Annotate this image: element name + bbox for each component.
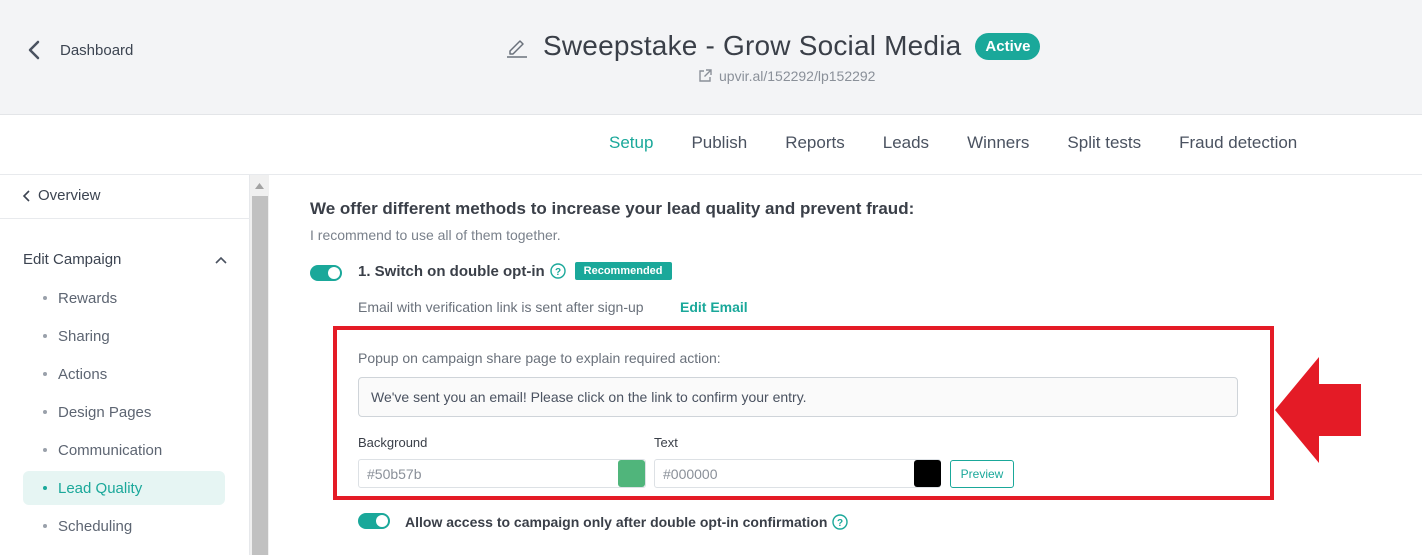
- lead-quality-subtitle: I recommend to use all of them together.: [310, 227, 561, 243]
- lead-quality-heading: We offer different methods to increase y…: [310, 199, 915, 218]
- tab-winners[interactable]: Winners: [967, 133, 1029, 153]
- tab-reports[interactable]: Reports: [785, 133, 845, 153]
- tab-publish[interactable]: Publish: [691, 133, 747, 153]
- bullet-icon: [43, 524, 47, 528]
- campaign-url: upvir.al/152292/lp152292: [719, 68, 876, 84]
- double-opt-in-label: 1. Switch on double opt-in: [358, 262, 545, 280]
- text-color-label: Text: [654, 435, 678, 450]
- back-label: Dashboard: [60, 41, 134, 59]
- sidebar-item-label: Lead Quality: [58, 479, 143, 497]
- chevron-left-icon: [22, 189, 30, 202]
- overview-label: Overview: [38, 187, 101, 204]
- scroll-up-arrow-icon[interactable]: [250, 178, 269, 194]
- sidebar-item-label: Communication: [58, 441, 163, 459]
- recommended-badge: Recommended: [574, 262, 672, 280]
- sidebar-item-communication[interactable]: Communication: [23, 433, 225, 467]
- sidebar-item-scheduling[interactable]: Scheduling: [23, 509, 225, 543]
- pencil-edit-icon[interactable]: [505, 34, 529, 58]
- background-color-label: Background: [358, 435, 428, 450]
- tab-setup[interactable]: Setup: [609, 133, 653, 153]
- sidebar-item-label: Design Pages: [58, 403, 152, 421]
- chevron-up-icon: [215, 256, 227, 264]
- tab-leads[interactable]: Leads: [883, 133, 929, 153]
- bullet-icon: [43, 448, 47, 452]
- status-badge: Active: [975, 32, 1041, 60]
- sidebar-item-rewards[interactable]: Rewards: [23, 281, 225, 315]
- bullet-icon: [43, 410, 47, 414]
- scrollbar-thumb[interactable]: [252, 196, 268, 555]
- bullet-icon: [43, 486, 47, 490]
- background-color-input[interactable]: [358, 459, 646, 488]
- sidebar-overview-link[interactable]: Overview: [22, 187, 101, 204]
- popup-message-label: Popup on campaign share page to explain …: [358, 350, 721, 366]
- tab-split-tests[interactable]: Split tests: [1067, 133, 1141, 153]
- campaign-header: Dashboard Sweepstake - Grow Social Media…: [0, 0, 1422, 115]
- page-title: Sweepstake - Grow Social Media: [543, 30, 962, 61]
- sidebar: Overview Edit Campaign Rewards Sharing A…: [0, 175, 250, 555]
- external-link-icon: [699, 69, 712, 82]
- tab-fraud-detection[interactable]: Fraud detection: [1179, 133, 1297, 153]
- campaign-url-link[interactable]: upvir.al/152292/lp152292: [697, 68, 875, 84]
- sidebar-item-lead-quality[interactable]: Lead Quality: [23, 471, 225, 505]
- background-color-swatch[interactable]: [618, 460, 645, 487]
- allow-access-row: Allow access to campaign only after doub…: [405, 514, 849, 530]
- campaign-tabs: Setup Publish Reports Leads Winners Spli…: [609, 133, 1335, 153]
- campaign-title-row: Sweepstake - Grow Social Media Active: [505, 30, 1041, 62]
- sidebar-divider: [0, 218, 250, 219]
- bullet-icon: [43, 334, 47, 338]
- sidebar-item-label: Sharing: [58, 327, 110, 345]
- svg-text:?: ?: [837, 518, 843, 529]
- red-arrow-annotation-icon: [1275, 357, 1361, 463]
- chevron-left-icon: [28, 40, 40, 60]
- sidebar-item-sharing[interactable]: Sharing: [23, 319, 225, 353]
- double-opt-in-row: 1. Switch on double opt-in ? Recommended: [358, 262, 672, 280]
- sidebar-item-actions[interactable]: Actions: [23, 357, 225, 391]
- sidebar-item-design-pages[interactable]: Design Pages: [23, 395, 225, 429]
- text-color-input[interactable]: [654, 459, 941, 488]
- help-circle-icon[interactable]: ?: [832, 514, 849, 530]
- bullet-icon: [43, 372, 47, 376]
- text-color-swatch[interactable]: [914, 460, 941, 487]
- allow-access-toggle[interactable]: [358, 513, 390, 529]
- svg-text:?: ?: [555, 267, 561, 278]
- sidebar-item-label: Actions: [58, 365, 108, 383]
- sidebar-item-label: Scheduling: [58, 517, 133, 535]
- allow-access-label: Allow access to campaign only after doub…: [405, 514, 828, 530]
- verification-text: Email with verification link is sent aft…: [358, 299, 644, 315]
- bullet-icon: [43, 296, 47, 300]
- help-circle-icon[interactable]: ?: [549, 263, 566, 279]
- back-to-dashboard-link[interactable]: Dashboard: [24, 38, 133, 62]
- popup-message-input[interactable]: [358, 377, 1238, 417]
- edit-email-link[interactable]: Edit Email: [680, 299, 748, 315]
- sidebar-group-edit-campaign[interactable]: Edit Campaign: [23, 251, 227, 268]
- double-opt-in-toggle[interactable]: [310, 265, 342, 281]
- group-label: Edit Campaign: [23, 251, 122, 268]
- preview-button[interactable]: Preview: [950, 460, 1014, 488]
- sidebar-item-label: Rewards: [58, 289, 118, 307]
